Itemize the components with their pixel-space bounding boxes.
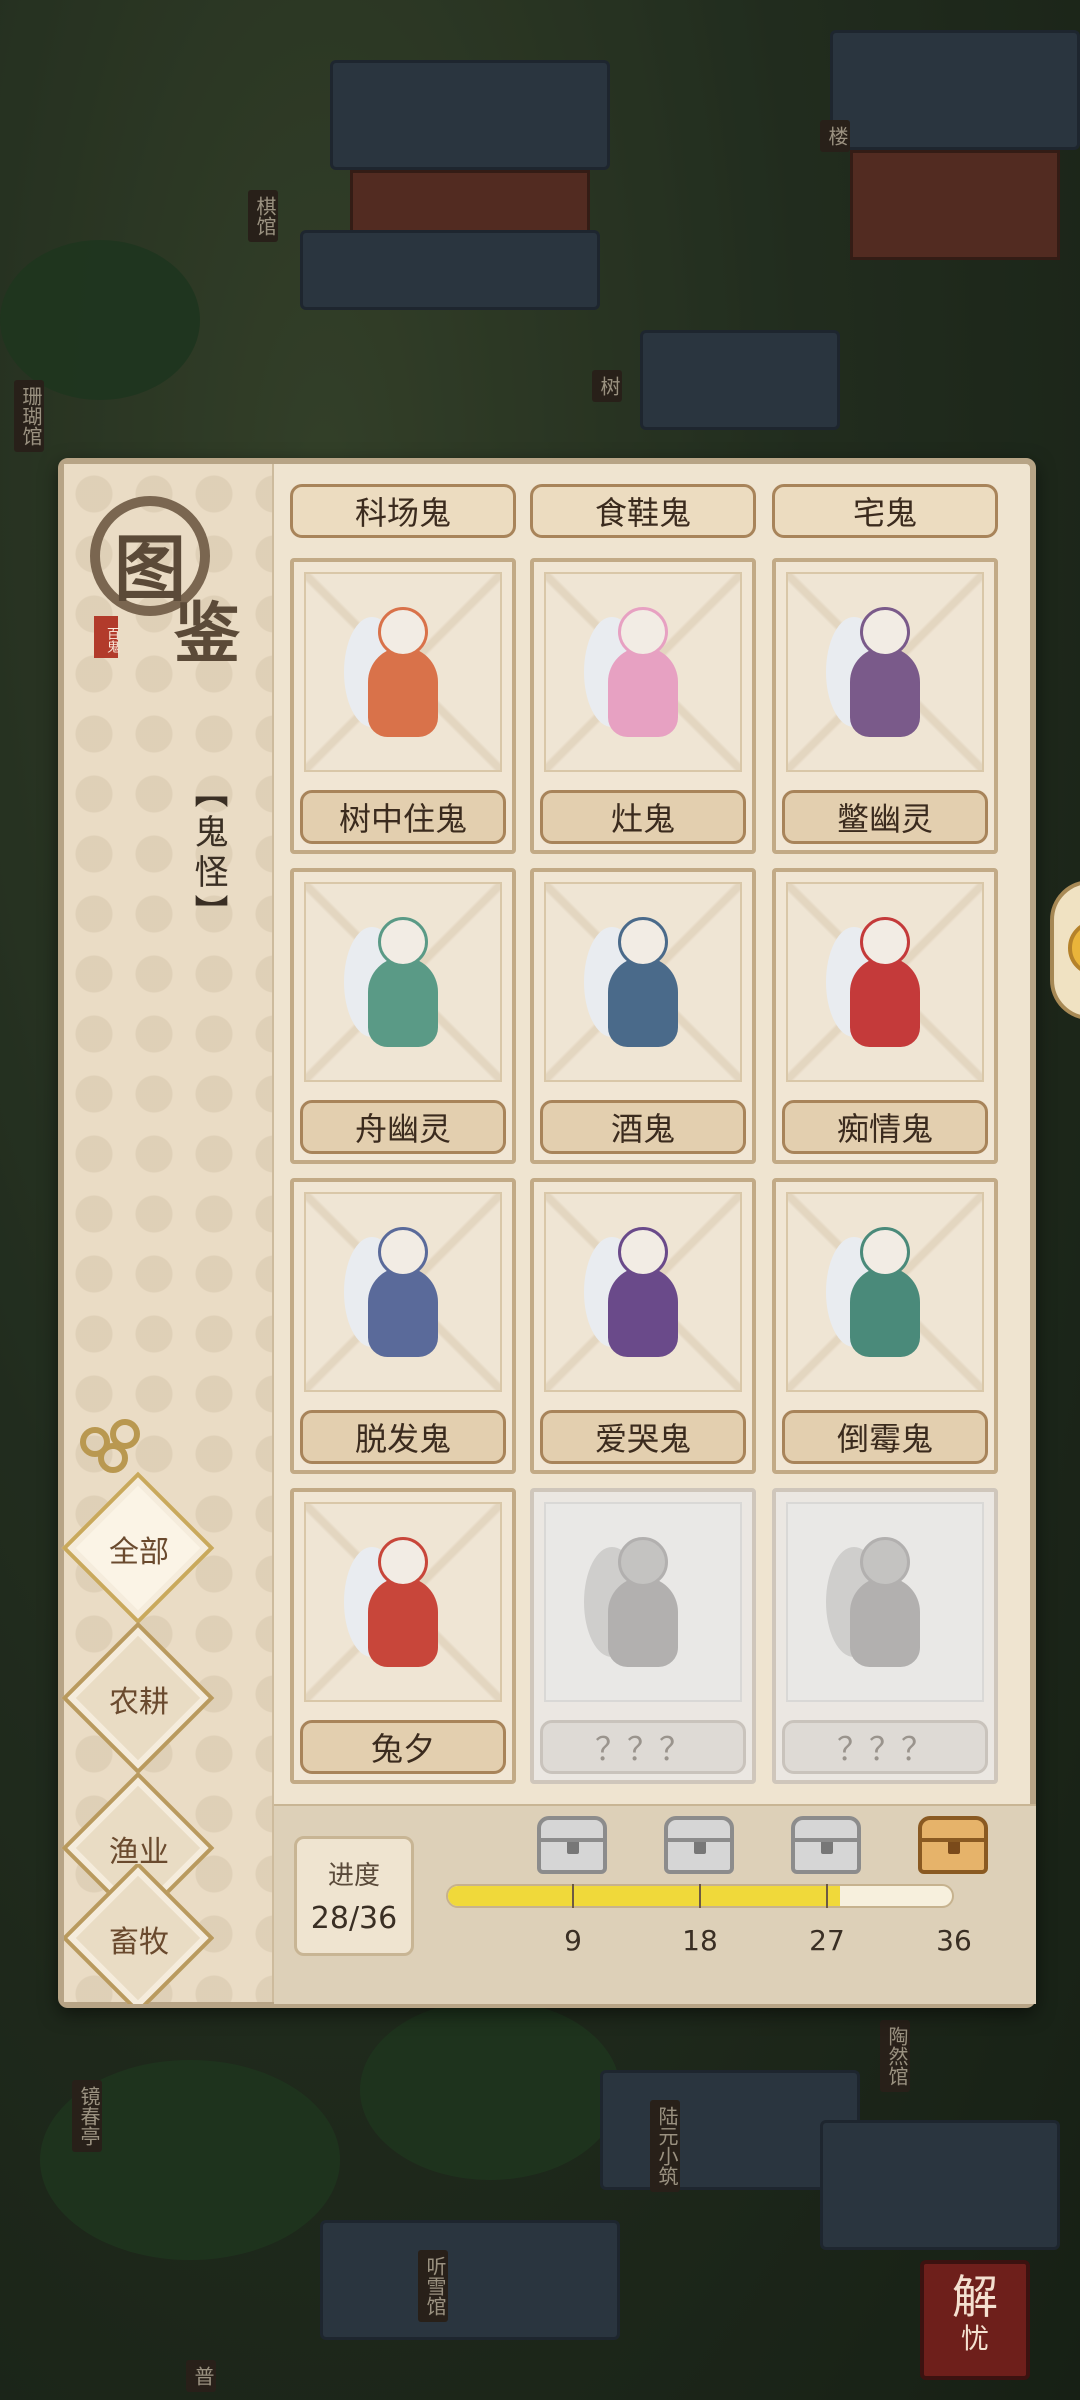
card-name: 兔夕: [300, 1720, 506, 1774]
card-name: 舟幽灵: [300, 1100, 506, 1154]
ghost-card[interactable]: 酒鬼: [530, 868, 756, 1164]
silver-chest-icon[interactable]: [537, 1816, 607, 1874]
card-name: 倒霉鬼: [782, 1410, 988, 1464]
tab-all[interactable]: 全部: [61, 1471, 215, 1625]
card-name: 树中住鬼: [300, 790, 506, 844]
codex-sidebar: 图 鉴 百鬼 【鬼怪】 全部 农耕 渔业 畜牧: [61, 464, 274, 2004]
milestone-label: 36: [936, 1924, 972, 1957]
card-name: ？？？: [782, 1720, 988, 1774]
crying-ghost-icon: [578, 1217, 708, 1367]
stove-ghost-icon: [578, 597, 708, 747]
title-char-2: 鉴: [174, 594, 240, 672]
card-name: 脱发鬼: [300, 1410, 506, 1464]
card-art: [304, 1192, 502, 1392]
unlucky-ghost-icon: [820, 1217, 950, 1367]
card-name: ？？？: [540, 1720, 746, 1774]
category-label: 【鬼怪】: [188, 774, 228, 934]
card-art: [786, 572, 984, 772]
silver-chest-icon[interactable]: [791, 1816, 861, 1874]
seal-stamp: 百鬼: [94, 616, 119, 658]
partial-row: 科场鬼 食鞋鬼 宅鬼: [290, 484, 1025, 540]
card-art: [786, 1192, 984, 1392]
milestone-label: 9: [564, 1924, 582, 1957]
tab-label: 农耕: [109, 1685, 169, 1720]
milestone-label: 18: [682, 1924, 718, 1957]
locked-ghost-card[interactable]: ？？？: [530, 1488, 756, 1784]
gold-chest-icon[interactable]: [918, 1816, 988, 1874]
coin-icon: [1068, 920, 1080, 976]
progress-tick: [699, 1884, 701, 1908]
codex-grid[interactable]: 科场鬼 食鞋鬼 宅鬼 树中住鬼 灶鬼 鳖幽灵舟幽灵 酒鬼 痴情鬼脱发鬼 爱哭鬼 倒霉鬼兔夕 ？…: [290, 484, 1025, 1784]
card-name: 痴情鬼: [782, 1100, 988, 1154]
ghost-card[interactable]: 树中住鬼: [290, 558, 516, 854]
squirrel-ghost-icon: [338, 597, 468, 747]
card-art: [544, 882, 742, 1082]
jieyou-label-1: 解: [952, 2270, 998, 2324]
card-art: [786, 882, 984, 1082]
lovesick-ghost-icon: [820, 907, 950, 1057]
ghost-card[interactable]: 脱发鬼: [290, 1178, 516, 1474]
card-art: [304, 1502, 502, 1702]
turtle-ghost-icon: [820, 597, 950, 747]
card-art: [544, 1192, 742, 1392]
card-art: [544, 1502, 742, 1702]
progress-bar-fill: [448, 1886, 840, 1906]
lion-mask-silhouette-icon: [820, 1527, 950, 1677]
card-art: [304, 882, 502, 1082]
drunk-ghost-icon: [578, 907, 708, 1057]
bald-ghost-icon: [338, 1217, 468, 1367]
rabbit-ghost-icon: [338, 1527, 468, 1677]
tab-label: 全部: [109, 1535, 169, 1570]
card-art: [304, 572, 502, 772]
ghost-card[interactable]: 鳖幽灵: [772, 558, 998, 854]
horn-ghost-silhouette-icon: [578, 1527, 708, 1677]
side-coin-button[interactable]: [1050, 880, 1080, 1020]
knot-ornament-icon: [80, 1419, 150, 1479]
card-name: 爱哭鬼: [540, 1410, 746, 1464]
card-name: 食鞋鬼: [530, 484, 756, 538]
progress-tick: [572, 1884, 574, 1908]
card-art: [544, 572, 742, 772]
jieyou-label-2: 忧: [960, 2322, 989, 2355]
ghost-card[interactable]: 倒霉鬼: [772, 1178, 998, 1474]
progress-label-box: 进度 28/36: [294, 1836, 414, 1956]
card-name: 宅鬼: [772, 484, 998, 538]
silver-chest-icon[interactable]: [664, 1816, 734, 1874]
ghost-card[interactable]: 兔夕: [290, 1488, 516, 1784]
tab-farming[interactable]: 农耕: [61, 1621, 215, 1775]
ghost-card[interactable]: 灶鬼: [530, 558, 756, 854]
progress-title: 进度: [327, 1861, 380, 1891]
locked-ghost-card[interactable]: ？？？: [772, 1488, 998, 1784]
codex-title: 图 鉴 百鬼: [90, 496, 260, 672]
card-name: 灶鬼: [540, 790, 746, 844]
codex-panel: 图 鉴 百鬼 【鬼怪】 全部 农耕 渔业 畜牧 科场鬼 食鞋鬼 宅鬼 树中住鬼灶…: [58, 458, 1036, 2008]
progress-section: 进度 28/36 9 18 27 36: [274, 1804, 1036, 2004]
jieyou-button[interactable]: 解 忧: [920, 2260, 1030, 2380]
card-name: 科场鬼: [290, 484, 516, 538]
ghost-card[interactable]: 爱哭鬼: [530, 1178, 756, 1474]
card-art: [786, 1502, 984, 1702]
milestone-label: 27: [809, 1924, 845, 1957]
card-name: 酒鬼: [540, 1100, 746, 1154]
boat-ghost-icon: [338, 907, 468, 1057]
ghost-card[interactable]: 舟幽灵: [290, 868, 516, 1164]
ghost-card[interactable]: 痴情鬼: [772, 868, 998, 1164]
tab-label: 畜牧: [109, 1925, 169, 1960]
progress-tick: [826, 1884, 828, 1908]
tab-livestock[interactable]: 畜牧: [64, 1864, 214, 2004]
card-name: 鳖幽灵: [782, 790, 988, 844]
progress-value: 28/36: [310, 1901, 398, 1936]
